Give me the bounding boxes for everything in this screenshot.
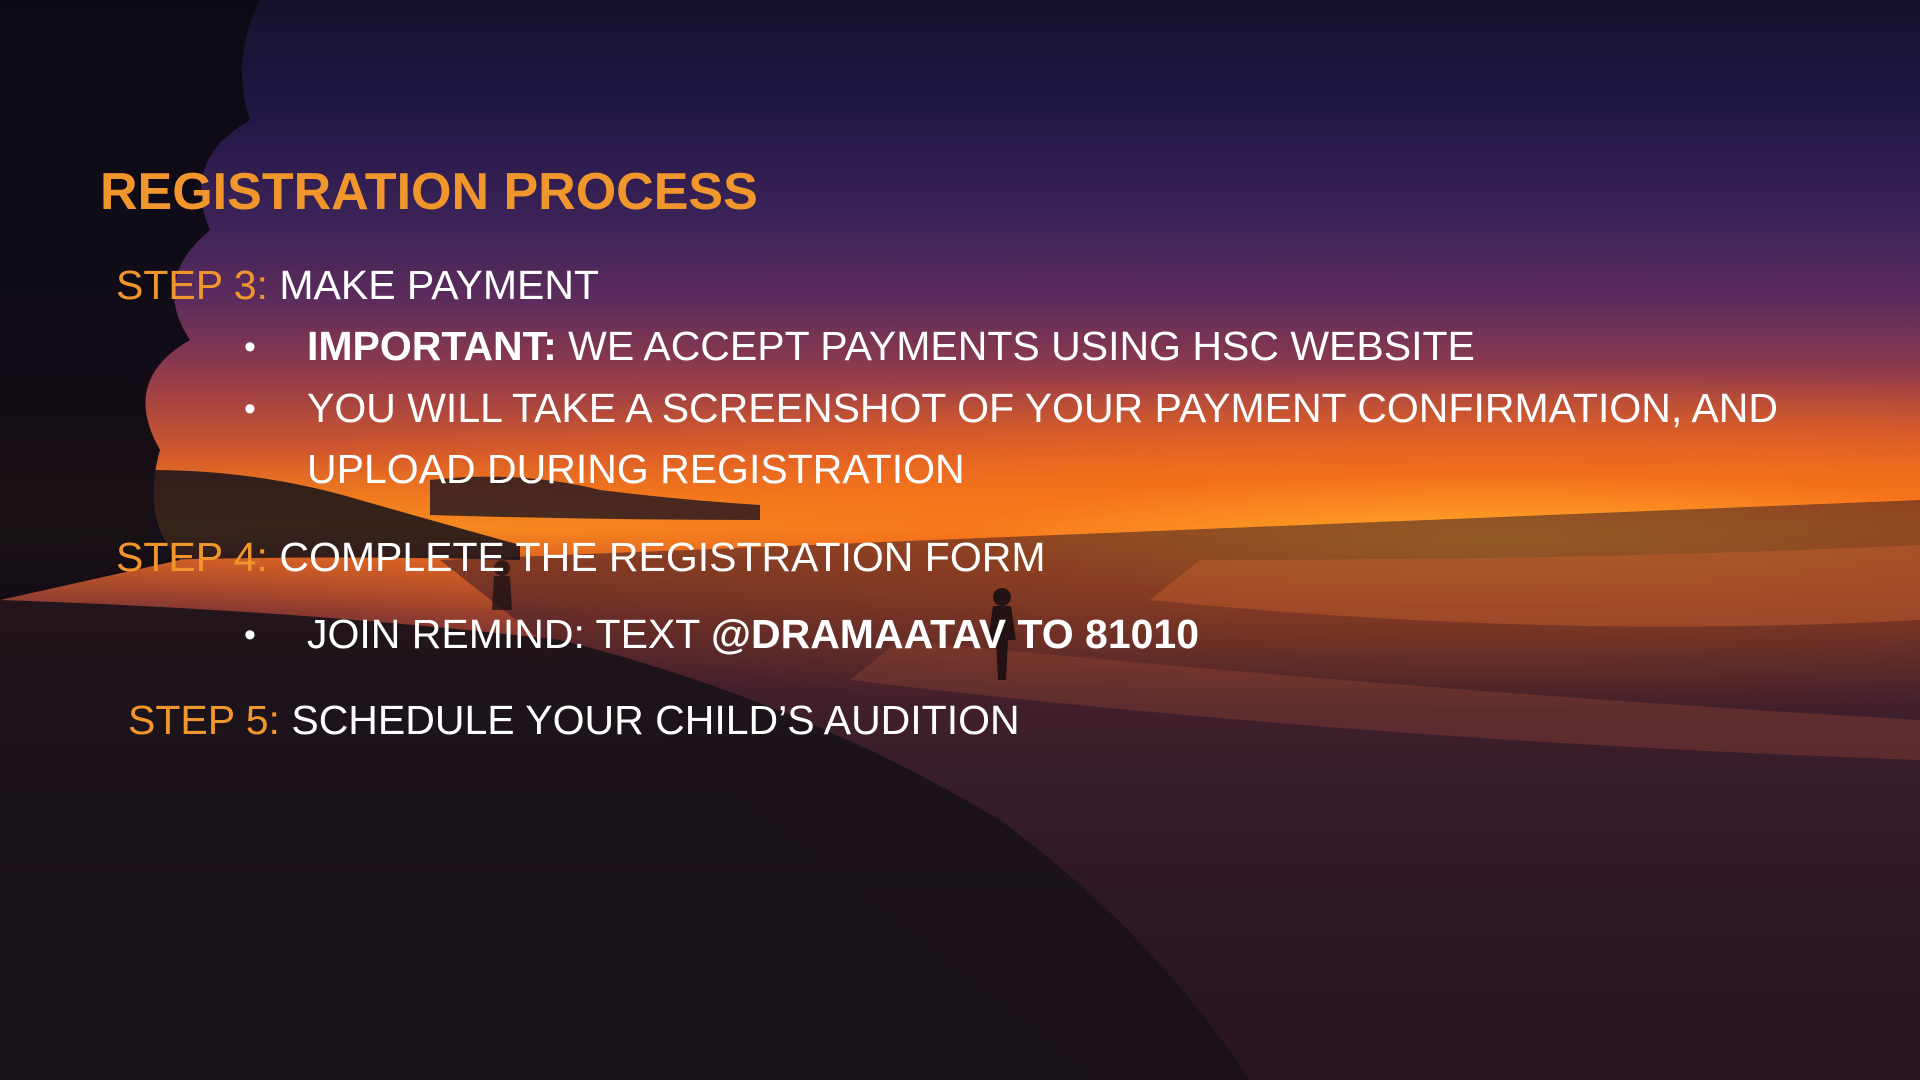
step-5-line: STEP 5: SCHEDULE YOUR CHILD’S AUDITION <box>128 697 1020 744</box>
step-4-label: STEP 4: <box>116 534 268 580</box>
step-4-line: STEP 4: COMPLETE THE REGISTRATION FORM <box>116 534 1046 581</box>
step-3-bullet-2-text-cont: UPLOAD DURING REGISTRATION <box>307 446 965 492</box>
step-4-bullet-1-text: JOIN REMIND: TEXT <box>307 611 700 657</box>
step-4-text: COMPLETE THE REGISTRATION FORM <box>279 534 1046 580</box>
step-3-bullet-2: YOU WILL TAKE A SCREENSHOT OF YOUR PAYME… <box>307 385 1778 432</box>
step-4-bullet-1-bold: @DRAMAATAV TO 81010 <box>711 611 1200 657</box>
step-3-line: STEP 3: MAKE PAYMENT <box>116 262 599 309</box>
step-3-bullet-2-text: YOU WILL TAKE A SCREENSHOT OF YOUR PAYME… <box>307 385 1778 431</box>
bullet-icon: • <box>244 328 256 366</box>
step-3-bullet-1-text: WE ACCEPT PAYMENTS USING HSC WEBSITE <box>568 323 1475 369</box>
step-3-bullet-2-continued: UPLOAD DURING REGISTRATION <box>307 446 965 493</box>
step-3-bullet-1-bold: IMPORTANT: <box>307 323 557 369</box>
slide-title: REGISTRATION PROCESS <box>100 163 758 221</box>
step-3-label: STEP 3: <box>116 262 268 308</box>
slide: REGISTRATION PROCESS STEP 3: MAKE PAYMEN… <box>0 0 1920 1080</box>
step-3-text: MAKE PAYMENT <box>279 262 600 308</box>
step-3-bullet-1: IMPORTANT: WE ACCEPT PAYMENTS USING HSC … <box>307 323 1475 370</box>
bullet-icon: • <box>244 390 256 428</box>
step-4-bullet-1: JOIN REMIND: TEXT @DRAMAATAV TO 81010 <box>307 611 1199 658</box>
step-5-label: STEP 5: <box>128 697 280 743</box>
step-5-text: SCHEDULE YOUR CHILD’S AUDITION <box>291 697 1020 743</box>
bullet-icon: • <box>244 616 256 654</box>
